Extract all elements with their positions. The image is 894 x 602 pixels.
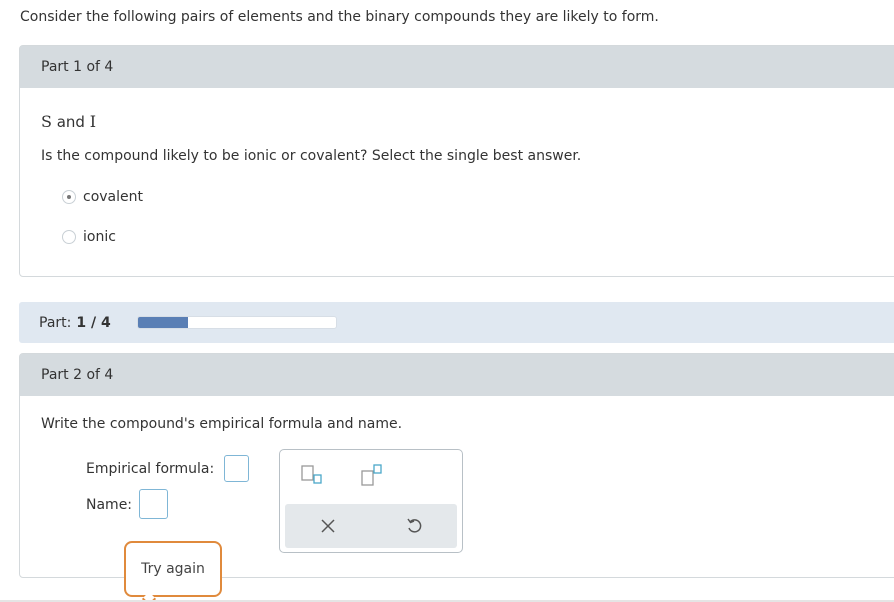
option-ionic[interactable]: ionic (62, 229, 116, 245)
element-1: S (41, 112, 52, 131)
part-1-header: Part 1 of 4 (20, 46, 894, 88)
option-ionic-label: ionic (83, 229, 116, 245)
part-1-panel: Part 1 of 4 S and I Is the compound like… (19, 45, 894, 277)
radio-selected-dot (67, 195, 71, 199)
clear-icon (321, 519, 335, 533)
element-conjunction: and (51, 113, 90, 131)
radio-covalent[interactable] (62, 190, 76, 204)
question-text: Is the compound likely to be ionic or co… (41, 148, 582, 164)
formula-palette (279, 449, 463, 553)
undo-icon (407, 518, 422, 533)
intro-text: Consider the following pairs of elements… (20, 9, 659, 25)
name-input[interactable] (139, 489, 168, 519)
progress-label: Part: (39, 314, 72, 331)
superscript-button[interactable] (352, 460, 392, 490)
element-2: I (89, 112, 97, 131)
progress-value: 1 / 4 (76, 314, 111, 331)
superscript-icon (361, 464, 382, 486)
part-2-header: Part 2 of 4 (20, 354, 894, 396)
empirical-formula-label: Empirical formula: (86, 461, 215, 477)
part-progress: Part: 1 / 4 (19, 302, 894, 343)
option-covalent-label: covalent (83, 189, 143, 205)
progress-track (137, 316, 337, 329)
instruction-text: Write the compound's empirical formula a… (41, 416, 403, 432)
name-label: Name: (86, 497, 133, 513)
radio-ionic[interactable] (62, 230, 76, 244)
progress-fill (138, 317, 188, 328)
option-covalent[interactable]: covalent (62, 189, 143, 205)
subscript-icon (301, 465, 322, 484)
empirical-formula-input[interactable] (224, 455, 249, 482)
palette-actions (285, 504, 457, 548)
element-pair: S and I (41, 112, 96, 131)
subscript-button[interactable] (292, 460, 332, 490)
clear-button[interactable] (285, 504, 371, 548)
undo-button[interactable] (371, 504, 457, 548)
try-again-tooltip: Try again (124, 541, 222, 597)
